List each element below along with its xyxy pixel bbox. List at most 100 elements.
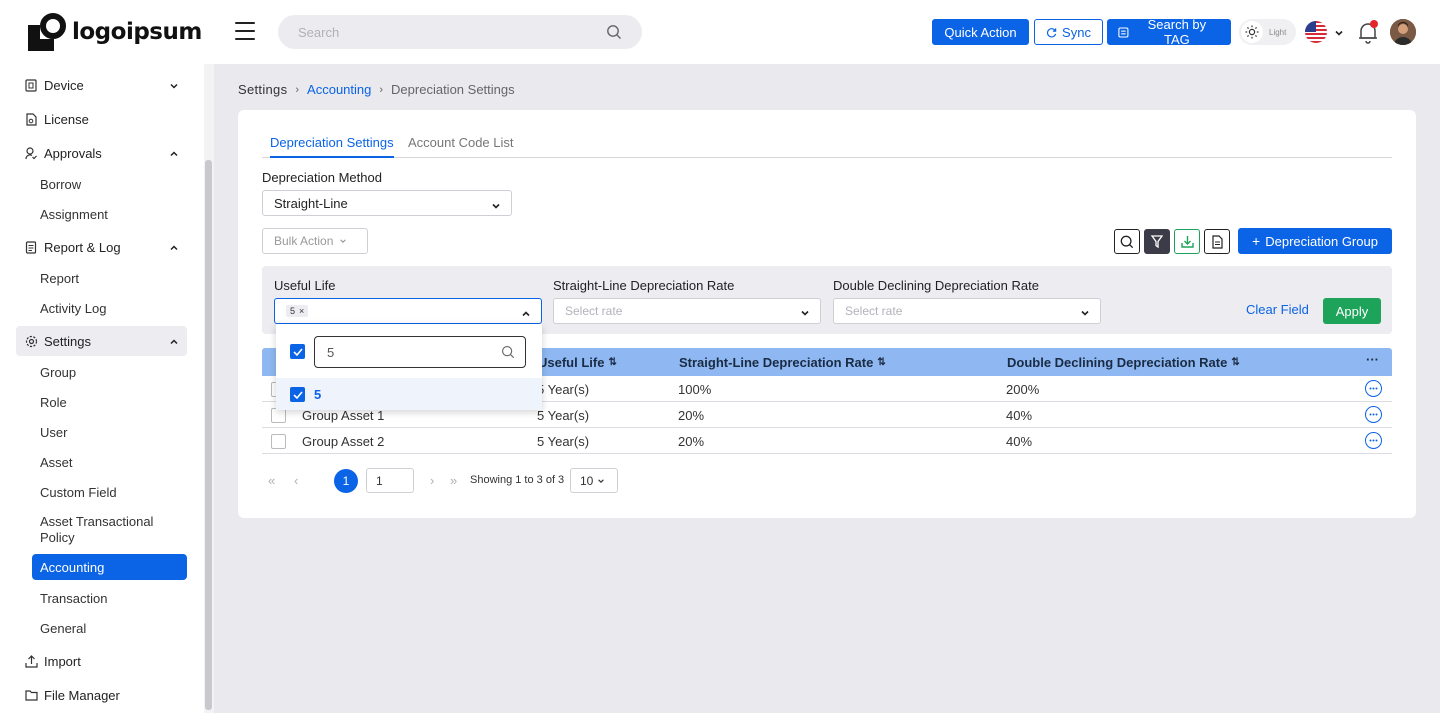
bulk-action-button[interactable]: Bulk Action xyxy=(262,228,368,254)
column-more-options-icon[interactable]: ··· xyxy=(1366,352,1379,367)
theme-label: Light xyxy=(1269,27,1287,37)
option-checkbox[interactable] xyxy=(290,387,305,402)
chevron-down-icon xyxy=(1080,307,1090,321)
sidebar-subitem-transaction[interactable]: Transaction xyxy=(32,585,187,611)
sidebar-item-label: Device xyxy=(44,77,84,93)
dropdown-search-input[interactable] xyxy=(327,337,487,367)
sidebar-subitem-custom-field[interactable]: Custom Field xyxy=(32,479,187,505)
search-by-tag-button[interactable]: Search by TAG xyxy=(1107,17,1231,47)
quick-action-button[interactable]: Quick Action xyxy=(932,19,1029,45)
useful-life-select[interactable]: 5 × xyxy=(274,298,542,324)
column-header-useful-life[interactable]: Useful Life ⇅ xyxy=(538,355,617,370)
row-checkbox[interactable] xyxy=(271,434,286,449)
sidebar-subitem-borrow[interactable]: Borrow xyxy=(32,171,187,197)
sidebar-subitem-accounting[interactable]: Accounting xyxy=(32,554,187,580)
search-icon[interactable] xyxy=(606,24,622,43)
menu-toggle-icon[interactable] xyxy=(235,22,255,40)
sidebar-item-file-manager[interactable]: File Manager xyxy=(16,680,187,710)
column-header-label: Straight-Line Depreciation Rate xyxy=(679,355,874,370)
filter-button[interactable] xyxy=(1144,229,1170,254)
sidebar-subitem-general[interactable]: General xyxy=(32,615,187,641)
sort-icon: ⇅ xyxy=(1231,357,1240,368)
sidebar-item-label: Settings xyxy=(44,333,91,349)
sidebar-item-label: License xyxy=(44,111,89,127)
sidebar-subitem-group[interactable]: Group xyxy=(32,359,187,385)
tab-depreciation-settings[interactable]: Depreciation Settings xyxy=(270,135,394,158)
download-button[interactable] xyxy=(1174,229,1200,254)
top-bar: logoipsum Quick Action Sync Search by TA… xyxy=(0,0,1440,64)
chevron-down-icon xyxy=(169,79,179,94)
sync-button[interactable]: Sync xyxy=(1034,19,1103,45)
search-input[interactable] xyxy=(298,15,598,49)
depreciation-settings-card: Depreciation Settings Account Code List … xyxy=(238,110,1416,518)
clear-field-link[interactable]: Clear Field xyxy=(1246,302,1309,317)
table-search-button[interactable] xyxy=(1114,229,1140,254)
apply-button[interactable]: Apply xyxy=(1323,298,1381,324)
depreciation-method-select[interactable]: Straight-Line xyxy=(262,190,512,216)
us-flag-icon[interactable] xyxy=(1305,21,1327,43)
row-actions-icon[interactable] xyxy=(1365,406,1382,423)
row-name: Group Asset 2 xyxy=(302,434,385,449)
language-chevron-down-icon[interactable] xyxy=(1334,26,1344,41)
page-number-input[interactable] xyxy=(366,468,414,493)
sidebar-item-license[interactable]: License xyxy=(16,104,187,134)
row-double-declining-rate: 200% xyxy=(1006,382,1040,397)
approvals-icon xyxy=(24,146,38,160)
row-useful-life: 5 Year(s) xyxy=(537,408,590,423)
sidebar-item-label: Report & Log xyxy=(44,239,121,255)
sidebar-subitem-report[interactable]: Report xyxy=(32,265,187,291)
page-size-value: 10 xyxy=(580,473,594,488)
chip-remove-icon[interactable]: × xyxy=(299,306,304,316)
sidebar-item-device[interactable]: Device xyxy=(16,70,187,100)
last-page-icon[interactable]: » xyxy=(450,473,457,488)
dropdown-option[interactable]: 5 xyxy=(276,378,542,410)
column-header-double-declining-rate[interactable]: Double Declining Depreciation Rate ⇅ xyxy=(1007,355,1240,370)
theme-toggle[interactable]: Light xyxy=(1239,19,1296,45)
sidebar-scrollbar-thumb[interactable] xyxy=(205,160,212,710)
chevron-up-icon xyxy=(169,147,179,162)
double-declining-rate-select[interactable]: Select rate xyxy=(833,298,1101,324)
sidebar-subitem-asset-transactional-policy[interactable]: Asset Transactional Policy xyxy=(32,513,187,547)
sidebar-subitem-asset[interactable]: Asset xyxy=(32,449,187,475)
straight-line-rate-placeholder: Select rate xyxy=(565,304,623,318)
column-header-straight-line-rate[interactable]: Straight-Line Depreciation Rate ⇅ xyxy=(679,355,886,370)
current-page-button[interactable]: 1 xyxy=(334,469,358,493)
row-straight-line-rate: 20% xyxy=(678,434,705,449)
sidebar-subitem-role[interactable]: Role xyxy=(32,389,187,415)
row-actions-icon[interactable] xyxy=(1365,432,1382,449)
sidebar-subitem-user[interactable]: User xyxy=(32,419,187,445)
page-size-select[interactable]: 10 xyxy=(570,468,618,493)
device-icon xyxy=(24,78,38,92)
logo[interactable]: logoipsum xyxy=(28,13,202,51)
tab-account-code-list[interactable]: Account Code List xyxy=(408,135,514,156)
sidebar-item-settings[interactable]: Settings xyxy=(16,326,187,356)
first-page-icon[interactable]: « xyxy=(268,473,275,488)
breadcrumb-root[interactable]: Settings xyxy=(238,82,287,97)
sort-icon: ⇅ xyxy=(608,357,617,368)
folder-icon xyxy=(24,688,38,702)
chevron-down-icon xyxy=(491,199,501,214)
select-all-checkbox[interactable] xyxy=(290,344,305,359)
sidebar-item-import[interactable]: Import xyxy=(16,646,187,676)
row-straight-line-rate: 20% xyxy=(678,408,705,423)
next-page-icon[interactable]: › xyxy=(430,473,434,488)
previous-page-icon[interactable]: ‹ xyxy=(294,473,298,488)
sidebar-item-report-log[interactable]: Report & Log xyxy=(16,232,187,262)
add-depreciation-group-button[interactable]: + Depreciation Group xyxy=(1238,228,1392,254)
sidebar-subitem-activity-log[interactable]: Activity Log xyxy=(32,295,187,321)
avatar[interactable] xyxy=(1390,19,1416,45)
document-icon xyxy=(1211,234,1223,249)
straight-line-rate-select[interactable]: Select rate xyxy=(553,298,821,324)
sidebar-subitem-assignment[interactable]: Assignment xyxy=(32,201,187,227)
row-straight-line-rate: 100% xyxy=(678,382,712,397)
sidebar-item-approvals[interactable]: Approvals xyxy=(16,138,187,168)
breadcrumb-accounting-link[interactable]: Accounting xyxy=(307,82,371,97)
license-icon xyxy=(24,112,38,126)
table-row[interactable]: Group Asset 2 5 Year(s) 20% 40% xyxy=(262,428,1392,454)
export-document-button[interactable] xyxy=(1204,229,1230,254)
row-checkbox[interactable] xyxy=(271,408,286,423)
column-header-label: Useful Life xyxy=(538,355,605,370)
row-actions-icon[interactable] xyxy=(1365,380,1382,397)
row-useful-life: 5 Year(s) xyxy=(537,382,590,397)
plus-icon: + xyxy=(1252,233,1261,249)
